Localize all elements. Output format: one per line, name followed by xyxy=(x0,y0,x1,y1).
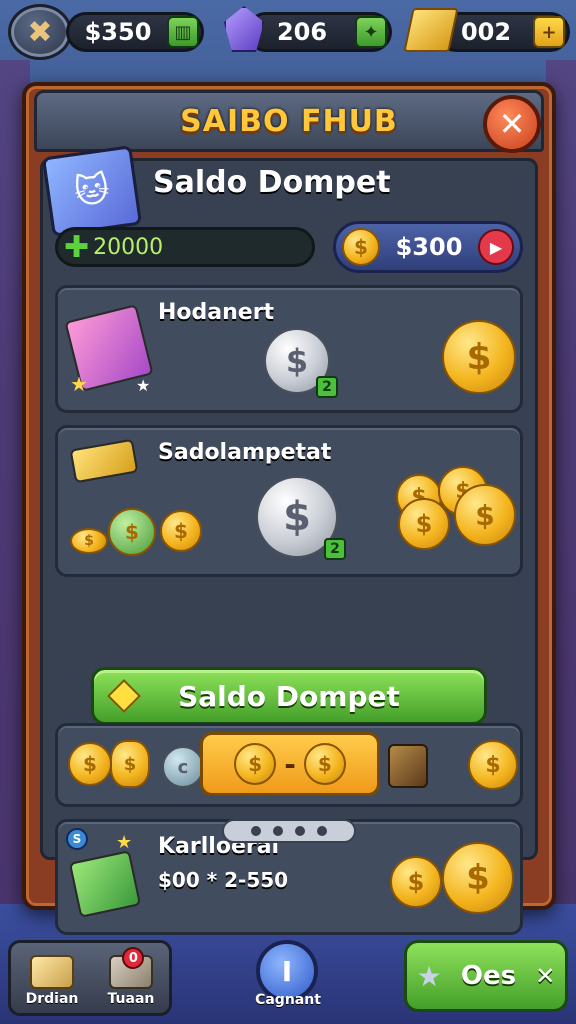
sparkle-icon: ★ xyxy=(136,376,151,395)
wallet-panel: SAIBO FHUB ✕ 🐱 Saldo Dompet ✚ 20000 $ $3… xyxy=(22,82,556,935)
gold-bills-icon xyxy=(69,438,139,484)
section-title: Saldo Dompet xyxy=(153,165,391,200)
coin-icon: $ xyxy=(468,740,518,790)
count-badge: 2 xyxy=(324,538,346,560)
coin-icon: $ xyxy=(390,856,442,908)
info-icon[interactable]: S xyxy=(66,828,88,850)
page-dot[interactable] xyxy=(317,826,327,836)
tools-icon[interactable]: ✖ xyxy=(8,4,72,60)
coin-icon: $ xyxy=(303,743,346,785)
saldo-dompet-button[interactable]: Saldo Dompet xyxy=(91,667,487,725)
coin-icon: $ xyxy=(68,742,112,786)
card-label: Sadolampetat xyxy=(158,440,332,465)
card-sub-label: $00 * 2-550 xyxy=(158,868,289,892)
gold-coin-icon: $ xyxy=(442,842,514,914)
coin-stack-icon: $ xyxy=(108,508,156,556)
gems-value: 206 xyxy=(276,18,328,46)
coin-icon: $ xyxy=(234,743,277,785)
silver-coin-stack-icon: c xyxy=(162,746,204,788)
dash-symbol: - xyxy=(284,747,296,781)
wallet-amount: $300 xyxy=(395,233,463,261)
count-badge: 2 xyxy=(316,376,338,398)
reward-card[interactable]: Sadolampetat $ $ $ $ 2 $ $ $ $ xyxy=(55,425,523,577)
balance-amount: 20000 xyxy=(93,234,164,260)
oes-label: Oes xyxy=(460,961,517,991)
page-dot[interactable] xyxy=(273,826,283,836)
card-label: Hodanert xyxy=(158,300,275,325)
cta-label: Saldo Dompet xyxy=(178,679,400,713)
cash-value: $350 xyxy=(84,18,152,46)
star-icon: ★ xyxy=(116,832,133,853)
gems-add-button[interactable]: ✦ xyxy=(355,16,387,48)
treasure-chest-icon xyxy=(388,744,428,788)
close-button[interactable]: ✕ xyxy=(483,95,541,153)
nav-label: Tuaan xyxy=(107,991,155,1007)
reward-card[interactable]: ★ ★ Hodanert $ 2 $ xyxy=(55,285,523,413)
nav-label: Drdian xyxy=(25,991,79,1007)
diamond-icon xyxy=(107,679,141,713)
wallet-amount-pill[interactable]: $ $300 ▶ xyxy=(333,221,523,273)
coin-icon: $ xyxy=(398,498,450,550)
exchange-card: $ $ c $ - $ $ xyxy=(55,723,523,807)
panel-content: 🐱 Saldo Dompet ✚ 20000 $ $300 ▶ ★ ★ Hoda… xyxy=(40,145,538,935)
oes-button[interactable]: ★ Oes ✕ xyxy=(404,940,568,1012)
coin-icon: $ xyxy=(160,510,202,552)
page-dot[interactable] xyxy=(251,826,261,836)
star-icon: ★ xyxy=(70,372,88,396)
balance-row: ✚ 20000 $ $300 ▶ xyxy=(55,221,523,273)
bottom-nav-left: Drdian 0 Tuaan xyxy=(8,940,172,1016)
crate-icon xyxy=(29,955,74,989)
plus-icon: ✚ xyxy=(64,229,90,265)
resource-bar: ✖ $350 ▥ 206 ✦ 002 + xyxy=(6,4,570,60)
arrow-right-icon[interactable]: ▶ xyxy=(478,229,514,265)
coin-stack-icon: $ xyxy=(110,740,150,788)
nav-item-drdian[interactable]: Drdian xyxy=(25,955,79,1007)
exchange-bar[interactable]: $ - $ xyxy=(200,732,380,796)
page-dot[interactable] xyxy=(295,826,305,836)
gold-add-button[interactable]: + xyxy=(533,16,565,48)
panel-header: SAIBO FHUB ✕ xyxy=(34,90,544,153)
coin-icon: $ xyxy=(70,528,108,554)
gems-counter: 206 ✦ xyxy=(246,12,392,52)
cash-bundle-icon xyxy=(68,850,142,918)
close-icon: ✕ xyxy=(535,962,556,990)
balance-bar: ✚ 20000 xyxy=(55,227,315,267)
cash-add-button[interactable]: ▥ xyxy=(167,16,199,48)
page-indicator[interactable] xyxy=(222,819,356,843)
coin-icon: $ xyxy=(342,228,380,266)
nav-item-tuaan[interactable]: 0 Tuaan xyxy=(107,947,155,1007)
center-label: Cagnant xyxy=(255,992,321,1008)
gold-bar-icon xyxy=(403,8,459,52)
coin-icon: $ xyxy=(454,484,516,546)
panel-title: SAIBO FHUB xyxy=(180,103,398,139)
star-icon: ★ xyxy=(416,959,442,993)
gold-coin-icon: $ xyxy=(442,320,516,394)
cash-counter: $350 ▥ xyxy=(66,12,204,52)
